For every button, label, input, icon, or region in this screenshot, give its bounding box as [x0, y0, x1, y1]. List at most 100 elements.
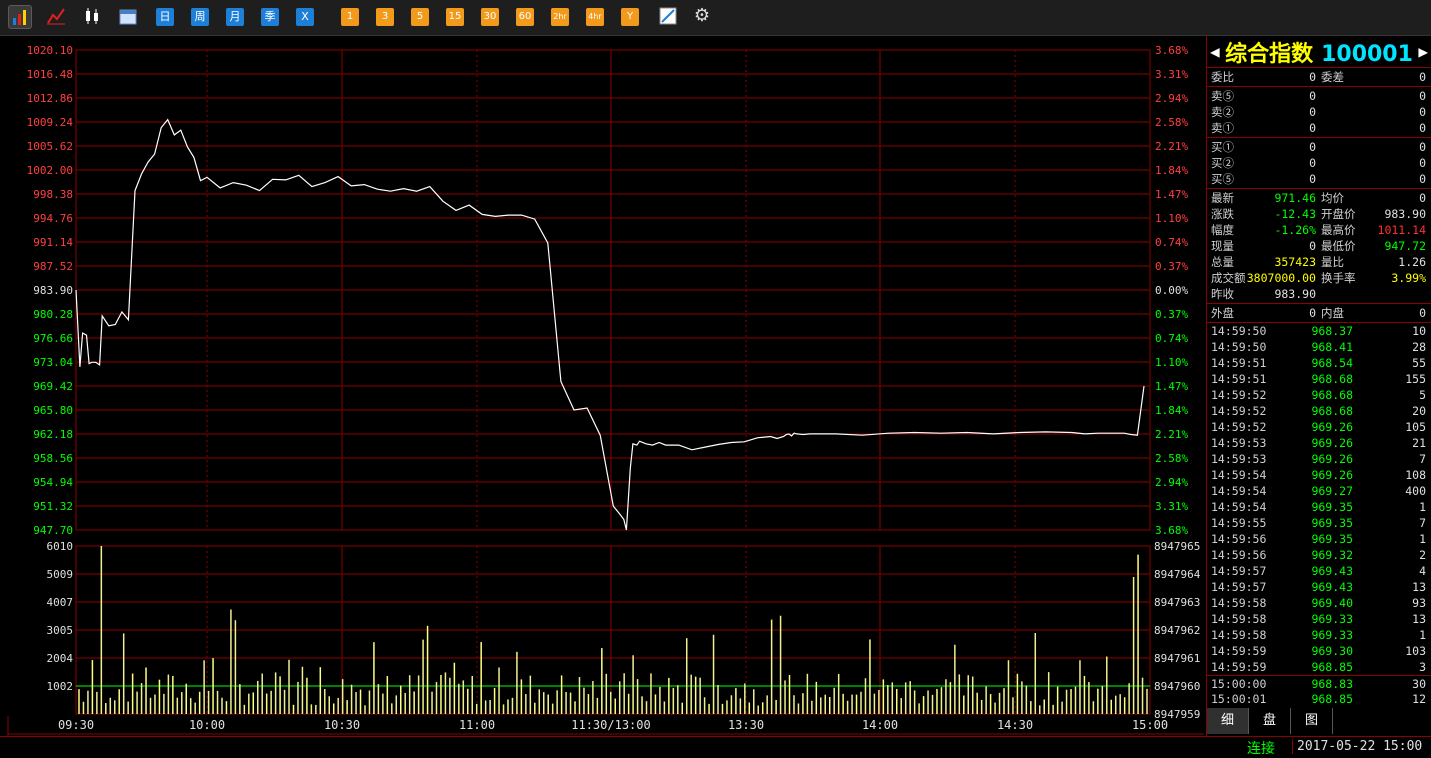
panel-tab-1[interactable]: 盘: [1249, 708, 1291, 734]
volume-tick-label: 5009: [47, 568, 74, 581]
tick-volume: 55: [1412, 356, 1426, 370]
time-axis-label: 11:00: [459, 718, 495, 732]
tick-time: 14:59:56: [1211, 532, 1267, 546]
order-ratio-row: 委比 0 委差 0: [1207, 69, 1431, 85]
price-tick-label: 1002.00: [27, 164, 73, 177]
intraday-chart[interactable]: 1020.10 3.68% 1016.48 3.31% 1012.86 2.94% 1009…: [0, 36, 1206, 736]
interval-button-7[interactable]: 4hr: [586, 8, 604, 26]
calendar-icon[interactable]: [116, 5, 140, 29]
time-axis-label: 11:30/13:00: [571, 718, 650, 732]
tick-volume: 108: [1405, 468, 1426, 482]
gear-icon[interactable]: ⚙: [690, 5, 714, 29]
quote-section: 最新 971.46 均价 0 涨跌 -12.43 开盘价 983.90 幅度 -1.26% 最高价 1…: [1207, 189, 1431, 304]
tick-price: 969.33: [1311, 628, 1353, 642]
quote-row: 涨跌 -12.43 开盘价 983.90: [1207, 206, 1431, 222]
value: 983.90: [1274, 287, 1316, 301]
value: 0: [1309, 105, 1316, 119]
tick-volume: 21: [1412, 436, 1426, 450]
tick-price: 969.26: [1311, 420, 1353, 434]
pct-tick-label: 0.00%: [1155, 284, 1188, 297]
pct-tick-label: 0.37%: [1155, 308, 1188, 321]
period-button-1[interactable]: 周: [191, 8, 209, 26]
tick-volume: 20: [1412, 404, 1426, 418]
tick-time: 14:59:55: [1211, 516, 1267, 530]
period-button-0[interactable]: 日: [156, 8, 174, 26]
tick-row: 14:59:50 968.41 28: [1207, 339, 1431, 355]
tick-price: 969.35: [1311, 516, 1353, 530]
value: 3.99%: [1391, 271, 1426, 285]
prev-arrow-icon[interactable]: ◀: [1210, 42, 1220, 61]
pct-tick-label: 3.31%: [1155, 500, 1188, 513]
interval-button-2[interactable]: 5: [411, 8, 429, 26]
period-button-3[interactable]: 季: [261, 8, 279, 26]
price-line: [75, 118, 1145, 531]
tick-volume: 93: [1412, 596, 1426, 610]
interval-button-3[interactable]: 15: [446, 8, 464, 26]
tick-time: 14:59:56: [1211, 548, 1267, 562]
tick-price: 969.27: [1311, 484, 1353, 498]
tick-time: 14:59:54: [1211, 468, 1267, 482]
time-axis-label: 10:30: [324, 718, 360, 732]
pct-tick-label: 2.58%: [1155, 116, 1188, 129]
volume-tick-label: 3005: [47, 624, 74, 637]
tick-price: 969.32: [1311, 548, 1353, 562]
price-tick-label: 958.56: [33, 452, 73, 465]
tick-time: 14:59:52: [1211, 420, 1267, 434]
quote-panel: ◀ 综合指数 100001 ▶ 委比 0 委差 0 卖⑤ 0 0 卖② 0 0 卖① 0 0 买① 0 0 买② 0…: [1206, 36, 1431, 736]
interval-button-8[interactable]: Y: [621, 8, 639, 26]
period-button-4[interactable]: X: [296, 8, 314, 26]
panel-title: 综合指数 100001: [1225, 36, 1413, 68]
tick-price: 968.68: [1311, 404, 1353, 418]
label: 均价: [1321, 191, 1344, 205]
label: 买②: [1211, 156, 1234, 170]
value: 0: [1419, 191, 1426, 205]
label: 最高价: [1321, 223, 1356, 237]
label: 成交额: [1211, 271, 1246, 285]
bar-chart-icon[interactable]: [8, 5, 32, 29]
tick-price: 969.43: [1311, 580, 1353, 594]
buy-orders-section: 买① 0 0 买② 0 0 买⑤ 0 0: [1207, 138, 1431, 189]
label: 现量: [1211, 239, 1234, 253]
price-tick-label: 1009.24: [27, 116, 74, 129]
interval-button-1[interactable]: 3: [376, 8, 394, 26]
interval-button-4[interactable]: 30: [481, 8, 499, 26]
panel-tab-2[interactable]: 图: [1291, 708, 1333, 734]
interval-button-6[interactable]: 2hr: [551, 8, 569, 26]
index-code: 100001: [1321, 41, 1413, 67]
tick-price: 969.35: [1311, 532, 1353, 546]
tick-price: 968.83: [1311, 677, 1353, 691]
time-axis-label: 14:00: [862, 718, 898, 732]
value: 0: [1419, 306, 1426, 320]
tick-time: 14:59:57: [1211, 564, 1267, 578]
tick-price: 968.54: [1311, 356, 1353, 370]
status-datetime: 2017-05-22 15:00: [1292, 739, 1422, 754]
price-tick-label: 947.70: [33, 524, 73, 537]
connection-status[interactable]: 连接: [1247, 738, 1275, 758]
quote-row: 幅度 -1.26% 最高价 1011.14: [1207, 222, 1431, 238]
draw-line-icon[interactable]: [656, 5, 680, 29]
tick-volume: 10: [1412, 324, 1426, 338]
label: 委比: [1211, 70, 1234, 84]
period-button-2[interactable]: 月: [226, 8, 244, 26]
interval-button-5[interactable]: 60: [516, 8, 534, 26]
price-tick-label: 969.42: [33, 380, 73, 393]
label: 涨跌: [1211, 207, 1234, 221]
tick-row: 14:59:58 969.40 93: [1207, 595, 1431, 611]
price-tick-label: 962.18: [33, 428, 73, 441]
price-tick-label: 987.52: [33, 260, 73, 273]
tick-time: 14:59:51: [1211, 372, 1267, 386]
chart-svg[interactable]: 1020.10 3.68% 1016.48 3.31% 1012.86 2.94% 1009…: [0, 36, 1206, 736]
tick-volume: 13: [1412, 612, 1426, 626]
candlestick-icon[interactable]: [80, 5, 104, 29]
line-chart-icon[interactable]: [44, 5, 68, 29]
label: 量比: [1321, 255, 1344, 269]
sell-order-row: 卖① 0 0: [1207, 120, 1431, 136]
panel-tab-0[interactable]: 细: [1207, 708, 1249, 734]
quote-row: 昨收 983.90: [1207, 286, 1431, 302]
value: 357423: [1274, 255, 1316, 269]
price-tick-label: 983.90: [33, 284, 73, 297]
next-arrow-icon[interactable]: ▶: [1418, 42, 1428, 61]
tick-row: 14:59:54 969.26 108: [1207, 467, 1431, 483]
bar-chart-icon-glyph: [13, 10, 26, 25]
interval-button-0[interactable]: 1: [341, 8, 359, 26]
